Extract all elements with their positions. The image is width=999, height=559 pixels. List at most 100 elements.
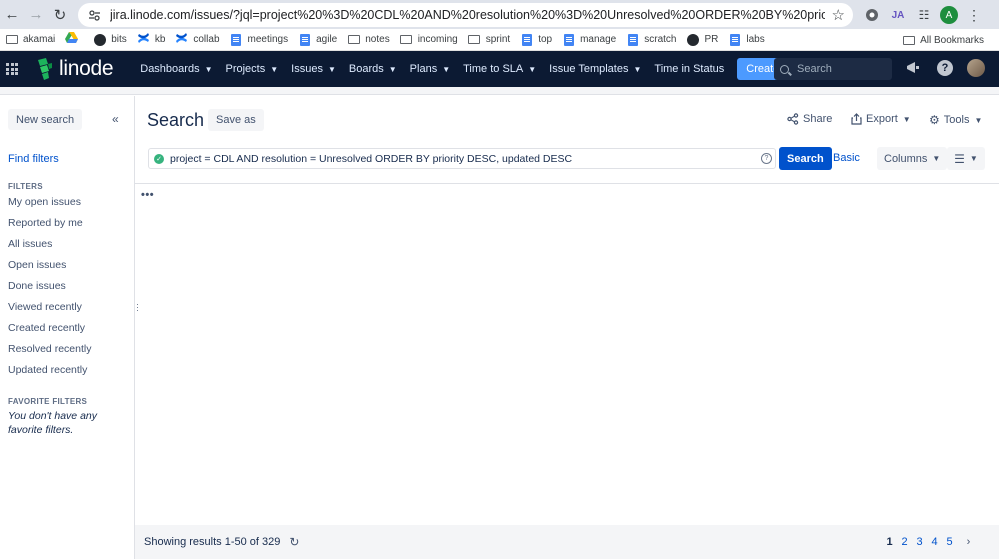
bookmark-label: bits	[111, 34, 127, 45]
bookmark-label: notes	[365, 34, 390, 45]
export-label: Export	[866, 113, 898, 125]
jql-input[interactable]: ✓ project = CDL AND resolution = Unresol…	[148, 148, 776, 169]
chevron-down-icon: ▼	[902, 114, 911, 124]
search-placeholder: Search	[797, 63, 832, 75]
filter-item[interactable]: All issues	[8, 237, 91, 258]
tools-button[interactable]: ⚙ Tools ▼	[929, 113, 982, 127]
bookmark-top[interactable]: top	[515, 29, 557, 51]
bookmark-labs[interactable]: labs	[723, 29, 769, 51]
bookmark-scratch[interactable]: scratch	[621, 29, 681, 51]
find-filters-link[interactable]: Find filters	[8, 153, 59, 165]
folder-icon	[468, 33, 481, 46]
bookmark-kb[interactable]: kb	[132, 29, 171, 51]
chevron-down-icon: ▼	[442, 64, 451, 74]
github-icon	[93, 33, 106, 46]
filter-item[interactable]: Resolved recently	[8, 342, 91, 363]
site-info-icon[interactable]	[86, 7, 102, 23]
all-bookmarks[interactable]: All Bookmarks	[897, 29, 989, 51]
help-icon[interactable]: ?	[937, 60, 953, 76]
extensions-puzzle-icon[interactable]: ☷	[914, 5, 934, 25]
share-icon	[787, 113, 799, 125]
search-button[interactable]: Search	[779, 147, 832, 170]
forward-icon[interactable]: →	[24, 3, 48, 27]
menu-label: Dashboards	[140, 63, 200, 75]
bookmark-sprint[interactable]: sprint	[463, 29, 515, 51]
extensions-area: JA ☷ A ⋮	[862, 3, 984, 27]
jql-query-text[interactable]: project = CDL AND resolution = Unresolve…	[170, 153, 572, 165]
jira-search-input[interactable]: Search	[774, 58, 892, 80]
bookmark-label: top	[538, 34, 553, 45]
filter-item[interactable]: Viewed recently	[8, 300, 91, 321]
page-1[interactable]: 1	[882, 536, 897, 548]
reload-icon[interactable]: ↻	[48, 3, 72, 27]
filter-item[interactable]: Created recently	[8, 321, 91, 342]
bookmark-drive[interactable]	[60, 29, 88, 51]
app-switcher-icon[interactable]	[6, 63, 18, 75]
filter-item[interactable]: My open issues	[8, 195, 91, 216]
doc-icon	[230, 33, 243, 46]
page-4[interactable]: 4	[927, 536, 942, 548]
menu-label: Boards	[348, 63, 384, 75]
menu-plans[interactable]: Plans ▼	[410, 63, 450, 75]
results-count: Showing results 1-50 of 329	[144, 536, 281, 548]
bookmark-label: scratch	[644, 34, 677, 45]
chevron-right-icon[interactable]: ›	[961, 536, 976, 548]
menu-time-in-status[interactable]: Time in Status	[654, 63, 724, 75]
chevron-down-icon: ▼	[974, 115, 983, 125]
doc-icon	[298, 33, 311, 46]
bookmark-notes[interactable]: notes	[342, 29, 394, 51]
page-2[interactable]: 2	[897, 536, 912, 548]
bookmark-label: sprint	[485, 34, 511, 45]
menu-projects[interactable]: Projects ▼	[226, 63, 279, 75]
extension-jira-icon[interactable]: JA	[888, 5, 908, 25]
menu-dashboards[interactable]: Dashboards ▼	[140, 63, 212, 75]
browser-toolbar: ← → ↻ jira.linode.com/issues/?jql=projec…	[0, 0, 999, 29]
doc-icon	[728, 33, 741, 46]
bookmark-star-icon[interactable]: ☆	[832, 6, 845, 24]
basic-link[interactable]: Basic	[833, 152, 860, 164]
bookmark-incoming[interactable]: incoming	[395, 29, 463, 51]
filter-item[interactable]: Open issues	[8, 258, 91, 279]
view-switcher-button[interactable]: ☰ ▼	[947, 147, 985, 170]
chevron-down-icon: ▼	[327, 64, 336, 74]
export-button[interactable]: Export ▼	[851, 113, 911, 125]
menu-issue-templates[interactable]: Issue Templates ▼	[549, 63, 641, 75]
collapse-sidebar-icon[interactable]: «	[112, 112, 119, 126]
save-as-button[interactable]: Save as	[208, 109, 264, 131]
bookmark-manage[interactable]: manage	[557, 29, 621, 51]
page-3[interactable]: 3	[912, 536, 927, 548]
page-5[interactable]: 5	[942, 536, 957, 548]
megaphone-icon[interactable]	[905, 59, 923, 77]
bookmark-akamai[interactable]: akamai	[0, 29, 60, 51]
new-search-button[interactable]: New search	[8, 109, 83, 130]
menu-boards[interactable]: Boards ▼	[349, 63, 397, 75]
menu-issues[interactable]: Issues ▼	[291, 63, 336, 75]
url-text[interactable]: jira.linode.com/issues/?jql=project%20%3…	[110, 8, 825, 22]
bookmark-label: manage	[580, 34, 617, 45]
extension-icon[interactable]	[862, 5, 882, 25]
browser-menu-icon[interactable]: ⋮	[964, 5, 984, 25]
filter-item[interactable]: Done issues	[8, 279, 91, 300]
menu-label: Time in Status	[654, 63, 725, 75]
help-icon[interactable]: ?	[761, 153, 772, 164]
filter-item[interactable]: Reported by me	[8, 216, 91, 237]
share-button[interactable]: Share	[787, 113, 832, 125]
bookmark-label: PR	[704, 34, 719, 45]
address-bar[interactable]: jira.linode.com/issues/?jql=project%20%3…	[78, 3, 853, 27]
back-icon[interactable]: ←	[0, 3, 24, 27]
bookmark-bits[interactable]: bits	[88, 29, 132, 51]
profile-avatar[interactable]: A	[940, 6, 958, 24]
chevron-down-icon: ▼	[932, 154, 941, 163]
linode-logo[interactable]: linode	[36, 57, 114, 81]
bookmark-PR[interactable]: PR	[681, 29, 723, 51]
bookmark-collab[interactable]: collab	[170, 29, 224, 51]
menu-time-to-sla[interactable]: Time to SLA ▼	[463, 63, 536, 75]
bookmark-meetings[interactable]: meetings	[225, 29, 294, 51]
columns-button[interactable]: Columns ▼	[877, 147, 948, 170]
filter-item[interactable]: Updated recently	[8, 363, 91, 384]
bookmark-agile[interactable]: agile	[293, 29, 342, 51]
linode-logo-icon	[36, 58, 54, 80]
refresh-icon[interactable]: ↻	[289, 535, 299, 549]
menu-label: Plans	[409, 63, 438, 75]
user-avatar[interactable]	[967, 59, 985, 77]
